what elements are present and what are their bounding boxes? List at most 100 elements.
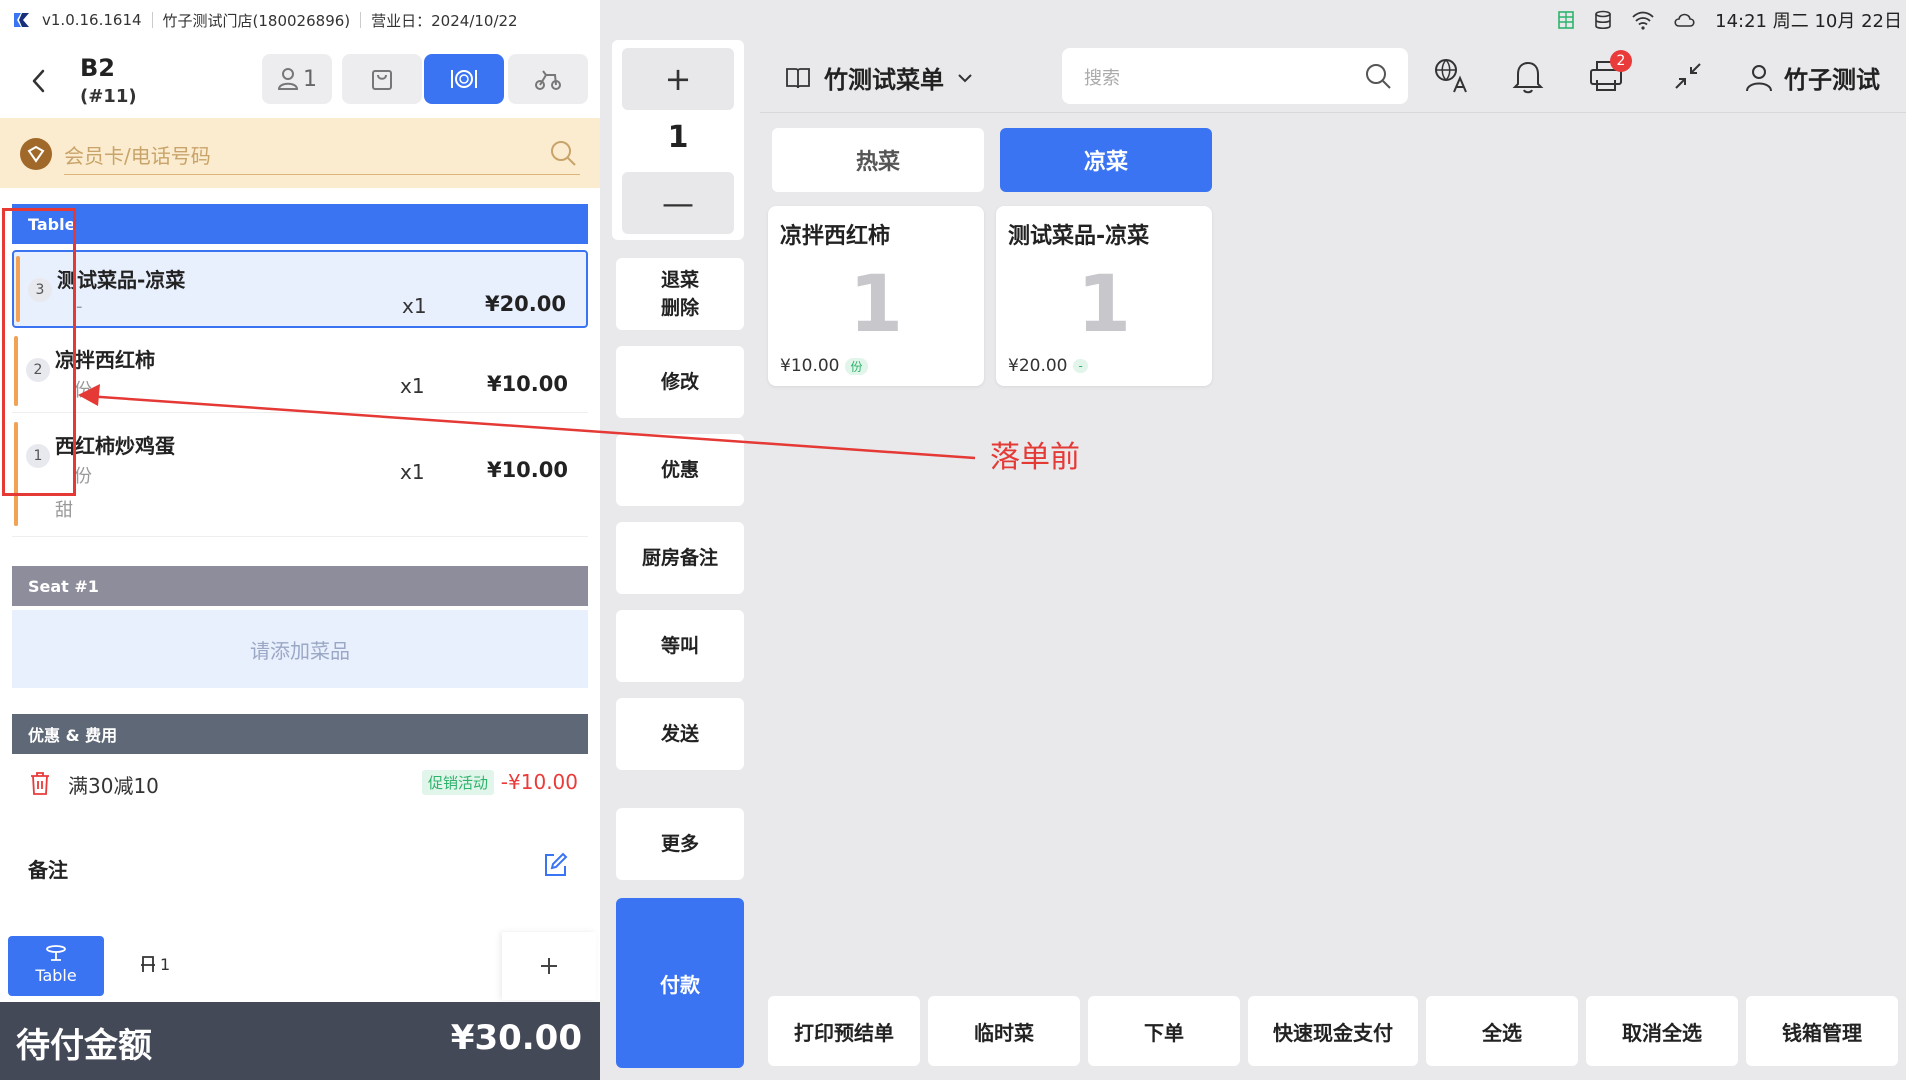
cash-drawer-button[interactable]: 钱箱管理 xyxy=(1746,996,1898,1066)
dish-count: 1 xyxy=(848,260,904,350)
translate-icon[interactable] xyxy=(1432,56,1472,96)
chevron-down-icon xyxy=(958,73,972,82)
modify-button[interactable]: 修改 xyxy=(616,346,744,418)
wifi-icon xyxy=(1632,11,1654,30)
seat-count: 1 xyxy=(160,954,171,974)
item-name: 测试菜品-凉菜 xyxy=(57,268,186,292)
dish-card[interactable]: 测试菜品-凉菜 1 ¥20.00 - xyxy=(996,206,1212,386)
dish-price-row: ¥10.00 份 xyxy=(780,356,868,376)
menu-selector[interactable]: 竹测试菜单 xyxy=(784,60,974,95)
send-button[interactable]: 发送 xyxy=(616,698,744,770)
tab-seat[interactable]: 1 xyxy=(138,954,170,974)
quantity-minus-button[interactable]: — xyxy=(622,172,734,234)
order-item[interactable]: 3 测试菜品-凉菜 - x1 ¥20.00 xyxy=(12,250,588,328)
place-order-button[interactable]: 下单 xyxy=(1088,996,1240,1066)
total-amount: ¥30.00 xyxy=(450,1018,582,1058)
notification-badge: 2 xyxy=(1610,50,1632,72)
quick-cash-pay-button[interactable]: 快速现金支付 xyxy=(1248,996,1418,1066)
back-icon[interactable] xyxy=(26,66,52,96)
clock: 14:21 周二 10月 22日 xyxy=(1715,11,1902,32)
delivery-mode-button[interactable] xyxy=(508,54,588,104)
dish-price: ¥20.00 xyxy=(1008,356,1068,376)
dish-unit: 份 xyxy=(845,357,868,375)
annotation-label: 落单前 xyxy=(990,440,1080,475)
return-label: 退菜 xyxy=(660,268,699,291)
item-price: ¥10.00 xyxy=(486,458,568,482)
pay-button[interactable]: 付款 xyxy=(616,898,744,1068)
search-icon[interactable] xyxy=(548,138,578,168)
return-delete-button[interactable]: 退菜 删除 xyxy=(616,258,744,330)
add-seat-button[interactable] xyxy=(502,932,596,1000)
bell-icon[interactable] xyxy=(1508,56,1548,96)
edit-icon[interactable] xyxy=(542,852,568,878)
group-header-table: Table xyxy=(12,204,588,244)
deselect-all-button[interactable]: 取消全选 xyxy=(1586,996,1738,1066)
tab-table[interactable]: Table xyxy=(8,936,104,996)
dish-name: 凉拌西红柿 xyxy=(780,224,891,249)
note-row[interactable]: 备注 xyxy=(12,846,588,890)
select-all-button[interactable]: 全选 xyxy=(1426,996,1578,1066)
guest-count-button[interactable]: 1 xyxy=(262,54,332,104)
note-label: 备注 xyxy=(28,858,68,882)
dish-price-row: ¥20.00 - xyxy=(1008,356,1088,376)
person-icon xyxy=(277,68,299,90)
order-number: (#11) xyxy=(80,86,137,107)
item-qty: x1 xyxy=(400,374,425,398)
member-input-underline xyxy=(64,174,580,175)
kitchen-note-button[interactable]: 厨房备注 xyxy=(616,522,744,594)
dine-in-mode-button[interactable] xyxy=(424,54,504,104)
dish-name: 测试菜品-凉菜 xyxy=(1008,224,1150,249)
print-pre-bill-button[interactable]: 打印预结单 xyxy=(768,996,920,1066)
spreadsheet-icon xyxy=(1558,11,1574,29)
total-label: 待付金额 xyxy=(16,1026,152,1066)
order-panel: v1.0.16.1614 竹子测试门店(180026896) 营业日：2024/… xyxy=(0,0,600,1080)
search-placeholder: 搜索 xyxy=(1084,68,1120,89)
delete-label: 删除 xyxy=(660,297,699,319)
quantity-value: 1 xyxy=(667,120,689,155)
temp-dish-button[interactable]: 临时菜 xyxy=(928,996,1080,1066)
discount-amount: -¥10.00 xyxy=(500,770,578,794)
collapse-icon[interactable] xyxy=(1668,56,1708,96)
order-notification-button[interactable]: 2 xyxy=(1586,50,1632,96)
annotation-box xyxy=(2,208,76,496)
total-bar: 待付金额 ¥30.00 xyxy=(0,1002,600,1080)
quantity-plus-button[interactable]: + xyxy=(622,48,734,110)
dish-search-input[interactable]: 搜索 xyxy=(1062,48,1408,104)
category-tab-hot[interactable]: 热菜 xyxy=(772,128,984,192)
takeout-mode-button[interactable] xyxy=(342,54,422,104)
item-spec: 份 xyxy=(74,380,92,401)
app-logo-icon xyxy=(14,13,29,27)
order-header: B2 (#11) 1 xyxy=(0,44,600,116)
order-item[interactable]: 2 凉拌西红柿 份 x1 ¥10.00 xyxy=(12,332,588,410)
more-button[interactable]: 更多 xyxy=(616,808,744,880)
divider xyxy=(12,412,588,413)
app-info-bar: v1.0.16.1614 竹子测试门店(180026896) 营业日：2024/… xyxy=(0,0,600,40)
table-icon xyxy=(46,945,66,961)
user-menu[interactable]: 竹子测试 xyxy=(1744,60,1880,95)
order-item[interactable]: 1 西红柿炒鸡蛋 份 甜 x1 ¥10.00 xyxy=(12,418,588,530)
discount-row: 满30减10 促销活动 -¥10.00 xyxy=(12,762,588,802)
group-header-discount: 优惠 & 费用 xyxy=(12,714,588,754)
member-input-placeholder[interactable]: 会员卡/电话号码 xyxy=(64,140,211,169)
dish-card[interactable]: 凉拌西红柿 1 ¥10.00 份 xyxy=(768,206,984,386)
dish-icon xyxy=(451,70,477,88)
discount-button[interactable]: 优惠 xyxy=(616,434,744,506)
scooter-icon xyxy=(535,70,561,90)
dish-count: 1 xyxy=(1076,260,1132,350)
trash-icon[interactable] xyxy=(28,770,52,796)
item-price: ¥20.00 xyxy=(484,292,566,316)
hold-button[interactable]: 等叫 xyxy=(616,610,744,682)
guest-count: 1 xyxy=(303,66,317,92)
business-day: 营业日：2024/10/22 xyxy=(371,11,518,30)
search-icon[interactable] xyxy=(1364,62,1392,90)
category-tab-cold[interactable]: 凉菜 xyxy=(1000,128,1212,192)
user-name: 竹子测试 xyxy=(1784,66,1880,94)
member-search-bar[interactable]: 会员卡/电话号码 xyxy=(0,118,600,188)
divider xyxy=(12,536,588,537)
plus-icon xyxy=(541,958,557,974)
store-name: 竹子测试门店(180026896) xyxy=(162,11,351,30)
table-name: B2 xyxy=(80,54,115,82)
seat-empty-add-item[interactable]: 请添加菜品 xyxy=(12,610,588,688)
member-badge-icon xyxy=(20,138,52,170)
divider xyxy=(151,12,153,28)
